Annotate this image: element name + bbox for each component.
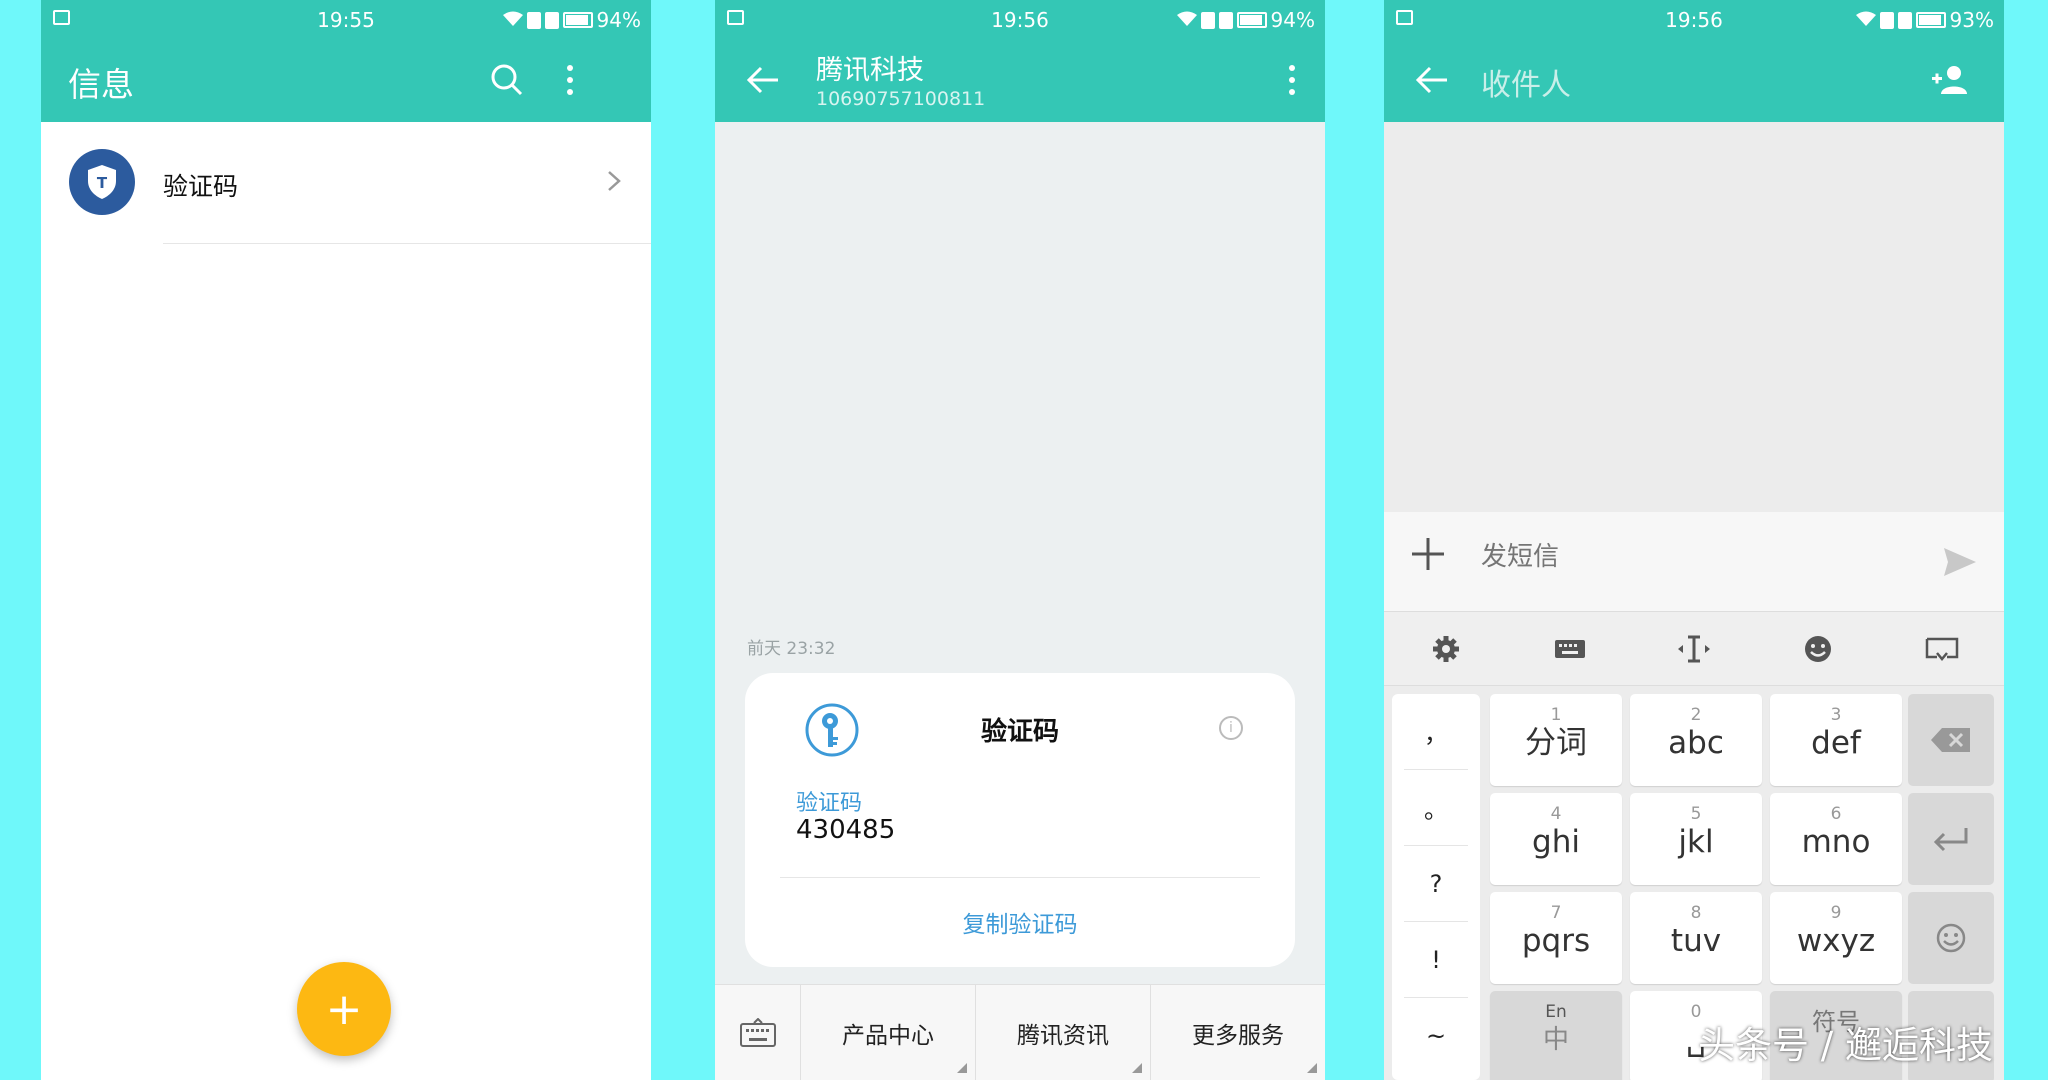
battery-icon xyxy=(1915,12,1946,28)
message-timestamp: 前天 23:32 xyxy=(747,639,836,659)
message-input[interactable] xyxy=(1481,542,1861,572)
sim1-icon xyxy=(1200,11,1215,29)
punct-key[interactable]: ~ xyxy=(1404,998,1468,1074)
divider xyxy=(780,877,1260,878)
backspace-icon[interactable] xyxy=(1908,694,1994,786)
sim1-icon xyxy=(1879,11,1894,29)
punct-key[interactable]: ! xyxy=(1404,922,1468,998)
lang-switch-key[interactable]: En 中 xyxy=(1490,991,1622,1080)
key-2[interactable]: 2 abc xyxy=(1630,694,1762,786)
status-icons: 93% xyxy=(1855,8,1994,32)
sim2-icon xyxy=(1897,11,1912,29)
code-label: 验证码 xyxy=(796,791,863,816)
watermark: 头条号 / 邂逅科技 xyxy=(1698,1024,1993,1067)
copy-code-button[interactable]: 复制验证码 xyxy=(745,905,1295,939)
back-arrow-icon[interactable] xyxy=(743,60,783,100)
key-1[interactable]: 1 分词 xyxy=(1490,694,1622,786)
menu-item-products[interactable]: 产品中心 xyxy=(801,985,976,1080)
app-bar: 腾讯科技 10690757100811 xyxy=(715,38,1325,122)
screen-inbox: 19:55 94% 信息 T 验证码 + xyxy=(41,0,651,1080)
status-bar: 19:56 93% xyxy=(1384,0,2004,38)
key-6[interactable]: 6 mno xyxy=(1770,793,1902,885)
shield-icon: T xyxy=(69,149,135,215)
status-bar: 19:56 94% xyxy=(715,0,1325,38)
search-icon[interactable] xyxy=(487,60,527,100)
conversation-name: 验证码 xyxy=(163,172,239,201)
send-icon[interactable] xyxy=(1942,546,1978,578)
app-bar: 信息 xyxy=(41,38,651,122)
battery-percent: 93% xyxy=(1949,8,1994,32)
attach-plus-icon[interactable] xyxy=(1410,536,1446,580)
more-vert-icon[interactable] xyxy=(555,58,585,102)
status-icons: 94% xyxy=(1176,8,1315,32)
punctuation-column: ， 。 ? ! ~ xyxy=(1392,694,1480,1080)
keyboard-icon[interactable] xyxy=(715,985,801,1080)
add-contact-icon[interactable] xyxy=(1928,58,1972,102)
recipient-input[interactable]: 收件人 xyxy=(1481,60,1571,104)
more-vert-icon[interactable] xyxy=(1277,58,1307,102)
emoji-key-icon[interactable] xyxy=(1908,892,1994,984)
conversation-item[interactable]: T 验证码 xyxy=(41,122,651,244)
keyboard-toolbar xyxy=(1384,612,2004,686)
contact-name: 腾讯科技 xyxy=(816,55,924,86)
key-9[interactable]: 9 wxyz xyxy=(1770,892,1902,984)
menu-item-more[interactable]: 更多服务 xyxy=(1151,985,1325,1080)
punct-key[interactable]: ? xyxy=(1404,846,1468,922)
card-title: 验证码 xyxy=(980,717,1059,747)
divider xyxy=(163,243,651,244)
battery-icon xyxy=(1236,12,1267,28)
key-3[interactable]: 3 def xyxy=(1770,694,1902,786)
code-value: 430485 xyxy=(796,815,896,845)
gear-icon[interactable] xyxy=(1426,629,1466,669)
verification-code-card: 验证码 i 验证码 430485 复制验证码 xyxy=(745,673,1295,967)
service-menu-bar: 产品中心 腾讯资讯 更多服务 xyxy=(715,984,1325,1080)
screen-compose: 19:56 93% 收件人 发短信 ， 。 ? ! ~ 1 分词 2 abc 3… xyxy=(1384,0,2004,1080)
back-arrow-icon[interactable] xyxy=(1412,60,1452,100)
status-icons: 94% xyxy=(502,8,641,32)
hide-keyboard-icon[interactable] xyxy=(1922,629,1962,669)
status-bar: 19:55 94% xyxy=(41,0,651,38)
contact-number: 10690757100811 xyxy=(816,88,986,110)
battery-percent: 94% xyxy=(596,8,641,32)
wifi-icon xyxy=(1855,8,1876,32)
new-message-button[interactable]: + xyxy=(297,962,391,1056)
chevron-right-icon xyxy=(607,166,621,199)
key-8[interactable]: 8 tuv xyxy=(1630,892,1762,984)
wifi-icon xyxy=(1176,8,1197,32)
page-title: 信息 xyxy=(68,65,134,104)
enter-icon[interactable] xyxy=(1908,793,1994,885)
screen-conversation: 19:56 94% 腾讯科技 10690757100811 前天 23:32 验… xyxy=(715,0,1325,1080)
sim2-icon xyxy=(544,11,559,29)
punct-key[interactable]: ， xyxy=(1404,694,1468,770)
key-5[interactable]: 5 jkl xyxy=(1630,793,1762,885)
sim1-icon xyxy=(526,11,541,29)
sim2-icon xyxy=(1218,11,1233,29)
keyboard-icon[interactable] xyxy=(1550,629,1590,669)
battery-icon xyxy=(562,12,593,28)
key-4[interactable]: 4 ghi xyxy=(1490,793,1622,885)
app-bar: 收件人 xyxy=(1384,38,2004,122)
info-icon[interactable]: i xyxy=(1219,716,1243,740)
svg-text:T: T xyxy=(97,174,108,192)
wifi-icon xyxy=(502,8,523,32)
cursor-icon[interactable] xyxy=(1674,629,1714,669)
battery-percent: 94% xyxy=(1270,8,1315,32)
key-7[interactable]: 7 pqrs xyxy=(1490,892,1622,984)
punct-key[interactable]: 。 xyxy=(1404,770,1468,846)
compose-bar xyxy=(1384,512,2004,612)
emoji-icon[interactable] xyxy=(1798,629,1838,669)
menu-item-news[interactable]: 腾讯资讯 xyxy=(976,985,1151,1080)
